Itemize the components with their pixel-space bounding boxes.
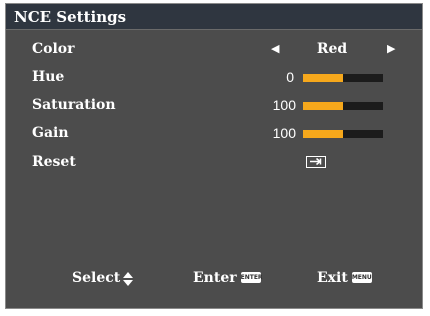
exit-label: Exit: [317, 270, 348, 286]
gain-slider-fill: [303, 130, 343, 138]
osd-footer: Select Enter ENTER Exit MENU: [6, 266, 422, 290]
color-row[interactable]: Color ◀ Red ▶: [6, 38, 422, 60]
enter-label: Enter: [193, 270, 237, 286]
gain-value: 100: [272, 125, 296, 141]
reset-row[interactable]: Reset: [6, 151, 422, 173]
exit-hint: Exit MENU: [317, 266, 372, 290]
menu-key-text: MENU: [351, 273, 372, 281]
saturation-slider-fill: [303, 102, 343, 110]
hue-slider[interactable]: [303, 74, 383, 82]
hue-slider-fill: [303, 74, 343, 82]
enter-key-icon: ENTER: [240, 271, 263, 283]
nce-settings-panel: NCE Settings Color ◀ Red ▶ Hue 0 Saturat…: [5, 3, 423, 309]
hue-label: Hue: [32, 69, 65, 85]
color-label: Color: [32, 41, 75, 57]
enter-hint: Enter ENTER: [193, 266, 263, 290]
panel-title: NCE Settings: [6, 4, 422, 30]
menu-key-icon: MENU: [351, 271, 372, 283]
gain-row[interactable]: Gain 100: [6, 122, 422, 144]
color-value: Red: [316, 41, 348, 57]
saturation-slider[interactable]: [303, 102, 383, 110]
up-down-arrows-icon: [123, 270, 134, 286]
gain-label: Gain: [32, 125, 69, 141]
select-label: Select: [72, 270, 121, 286]
gain-slider[interactable]: [303, 130, 383, 138]
hue-value: 0: [286, 69, 294, 85]
hue-row[interactable]: Hue 0: [6, 66, 422, 88]
saturation-row[interactable]: Saturation 100: [6, 94, 422, 116]
enter-key-text: ENTER: [240, 273, 263, 281]
select-hint: Select: [72, 266, 134, 290]
enter-arrow-icon[interactable]: [306, 156, 326, 168]
triangle-right-icon[interactable]: ▶: [387, 38, 395, 60]
triangle-left-icon[interactable]: ◀: [271, 38, 279, 60]
saturation-value: 100: [272, 97, 296, 113]
saturation-label: Saturation: [32, 97, 116, 113]
reset-label: Reset: [32, 154, 76, 170]
